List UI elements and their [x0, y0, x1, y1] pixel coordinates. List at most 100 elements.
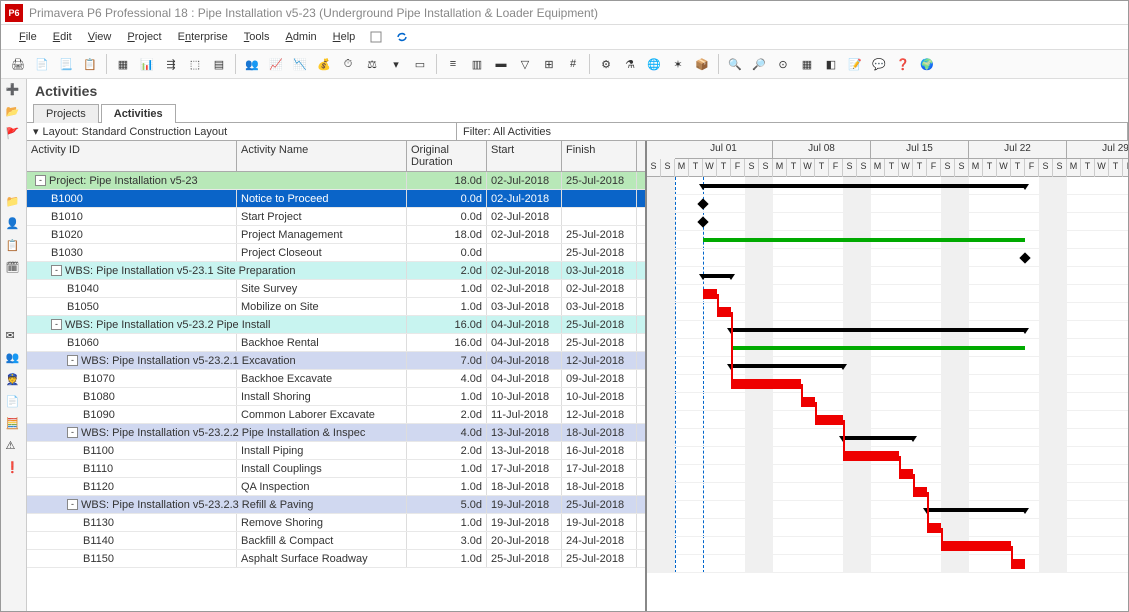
gantt-bar[interactable] — [731, 328, 1025, 332]
gantt-bar[interactable] — [815, 415, 843, 425]
tab-projects[interactable]: Projects — [33, 104, 99, 123]
print-preview-icon[interactable]: 📄 — [31, 53, 53, 75]
menu-enterprise[interactable]: Enterprise — [172, 29, 234, 45]
collapse-icon[interactable]: ◧ — [820, 53, 842, 75]
table-row[interactable]: -WBS: Pipe Installation v5-23.2 Pipe Ins… — [27, 316, 645, 334]
table-row[interactable]: B1120QA Inspection1.0d18-Jul-201818-Jul-… — [27, 478, 645, 496]
level-icon[interactable]: ⚖ — [361, 53, 383, 75]
gantt-row[interactable] — [647, 411, 1128, 429]
flag-icon[interactable]: 🚩 — [6, 127, 22, 143]
table-row[interactable]: B1060Backhoe Rental16.0d04-Jul-201825-Ju… — [27, 334, 645, 352]
doc-icon[interactable]: 📄 — [6, 395, 22, 411]
table-row[interactable]: B1020Project Management18.0d02-Jul-20182… — [27, 226, 645, 244]
expand-button[interactable]: - — [51, 319, 62, 330]
note-icon[interactable]: 📝 — [844, 53, 866, 75]
global-icon[interactable]: 🌐 — [643, 53, 665, 75]
menu-help[interactable]: Help — [327, 29, 362, 45]
gantt-row[interactable] — [647, 177, 1128, 195]
table-row[interactable]: B1030Project Closeout0.0d25-Jul-2018 — [27, 244, 645, 262]
calc2-icon[interactable]: 🧮 — [6, 417, 22, 433]
align-icon[interactable]: ≡ — [442, 53, 464, 75]
gantt-row[interactable] — [647, 447, 1128, 465]
print-icon[interactable]: 🖨 — [7, 53, 29, 75]
gantt-row[interactable] — [647, 465, 1128, 483]
table-row[interactable]: B1100Install Piping2.0d13-Jul-201816-Jul… — [27, 442, 645, 460]
gantt-row[interactable] — [647, 357, 1128, 375]
store-icon[interactable]: 📦 — [691, 53, 713, 75]
report-icon[interactable]: ▾ — [385, 53, 407, 75]
alert-icon[interactable]: ⚠ — [6, 439, 22, 455]
gantt-chart[interactable]: Jul 01Jul 08Jul 15Jul 22Jul 29SSMTWTFSSM… — [647, 141, 1128, 611]
menu-project[interactable]: Project — [121, 29, 167, 45]
gantt-row[interactable] — [647, 267, 1128, 285]
table-row[interactable]: B1090Common Laborer Excavate2.0d11-Jul-2… — [27, 406, 645, 424]
schedule-run-icon[interactable]: ⚙ — [595, 53, 617, 75]
web-icon[interactable]: 🌍 — [916, 53, 938, 75]
table-row[interactable]: -Project: Pipe Installation v5-2318.0d02… — [27, 172, 645, 190]
bars-icon[interactable]: ▬ — [490, 53, 512, 75]
progress-icon[interactable]: ▭ — [409, 53, 431, 75]
milestone[interactable] — [1019, 252, 1030, 263]
network-icon[interactable]: ⬚ — [184, 53, 206, 75]
expand-button[interactable]: - — [51, 265, 62, 276]
table-row[interactable]: B1080Install Shoring1.0d10-Jul-201810-Ju… — [27, 388, 645, 406]
users-icon[interactable]: 👥 — [6, 351, 22, 367]
schedule-icon[interactable]: ⏱ — [337, 53, 359, 75]
milestone[interactable] — [697, 198, 708, 209]
col-duration[interactable]: Original Duration — [407, 141, 487, 171]
timescale-icon[interactable]: # — [562, 53, 584, 75]
table-row[interactable]: B1140Backfill & Compact3.0d20-Jul-201824… — [27, 532, 645, 550]
menu-admin[interactable]: Admin — [279, 29, 322, 45]
leveler-icon[interactable]: ⚗ — [619, 53, 641, 75]
table-row[interactable]: B1130Remove Shoring1.0d19-Jul-201819-Jul… — [27, 514, 645, 532]
gantt-row[interactable] — [647, 375, 1128, 393]
user-icon[interactable]: 👤 — [6, 217, 22, 233]
spreadsheet-icon[interactable]: ▤ — [208, 53, 230, 75]
gantt-row[interactable] — [647, 285, 1128, 303]
expand-button[interactable]: - — [67, 427, 78, 438]
col-start[interactable]: Start — [487, 141, 562, 171]
table-row[interactable]: B1000Notice to Proceed0.0d02-Jul-2018 — [27, 190, 645, 208]
gantt-row[interactable] — [647, 213, 1128, 231]
gantt-row[interactable] — [647, 339, 1128, 357]
gantt-bar[interactable] — [703, 238, 1025, 242]
calc-icon[interactable]: 🗓 — [6, 261, 22, 277]
zoom-out-icon[interactable]: 🔎 — [748, 53, 770, 75]
table-row[interactable]: B1050Mobilize on Site1.0d03-Jul-201803-J… — [27, 298, 645, 316]
milestone[interactable] — [697, 216, 708, 227]
gantt-bar[interactable] — [703, 274, 731, 278]
add-icon[interactable]: ➕ — [6, 83, 22, 99]
gantt-row[interactable] — [647, 501, 1128, 519]
col-activity-id[interactable]: Activity ID — [27, 141, 237, 171]
claim-icon[interactable]: ✶ — [667, 53, 689, 75]
gantt-bar[interactable] — [731, 379, 801, 389]
menu-edit[interactable]: Edit — [47, 29, 78, 45]
gantt-bar[interactable] — [843, 451, 899, 461]
gantt-row[interactable] — [647, 249, 1128, 267]
resource-icon[interactable]: 👥 — [241, 53, 263, 75]
table-row[interactable]: -WBS: Pipe Installation v5-23.2.1 Excava… — [27, 352, 645, 370]
chat-icon[interactable]: 💬 — [868, 53, 890, 75]
gantt-bar[interactable] — [703, 289, 717, 299]
profile-icon[interactable]: 📈 — [265, 53, 287, 75]
expand-icon[interactable]: ▦ — [796, 53, 818, 75]
help-icon[interactable]: ❓ — [892, 53, 914, 75]
folder-icon[interactable]: 📁 — [6, 195, 22, 211]
gantt-row[interactable] — [647, 429, 1128, 447]
gantt-bar[interactable] — [843, 436, 913, 440]
gantt-row[interactable] — [647, 519, 1128, 537]
gantt-bar[interactable] — [703, 184, 1025, 188]
gantt-row[interactable] — [647, 321, 1128, 339]
expand-button[interactable]: - — [35, 175, 46, 186]
layout-icon[interactable]: ▦ — [112, 53, 134, 75]
gantt-bar[interactable] — [731, 364, 843, 368]
table-row[interactable]: B1110Install Couplings1.0d17-Jul-201817-… — [27, 460, 645, 478]
refresh-icon[interactable] — [391, 26, 413, 48]
cost-icon[interactable]: 💰 — [313, 53, 335, 75]
gantt-row[interactable] — [647, 195, 1128, 213]
gantt-row[interactable] — [647, 555, 1128, 573]
expand-button[interactable]: - — [67, 355, 78, 366]
gantt-row[interactable] — [647, 393, 1128, 411]
gantt-bar[interactable] — [731, 346, 1025, 350]
menu-view[interactable]: View — [82, 29, 118, 45]
